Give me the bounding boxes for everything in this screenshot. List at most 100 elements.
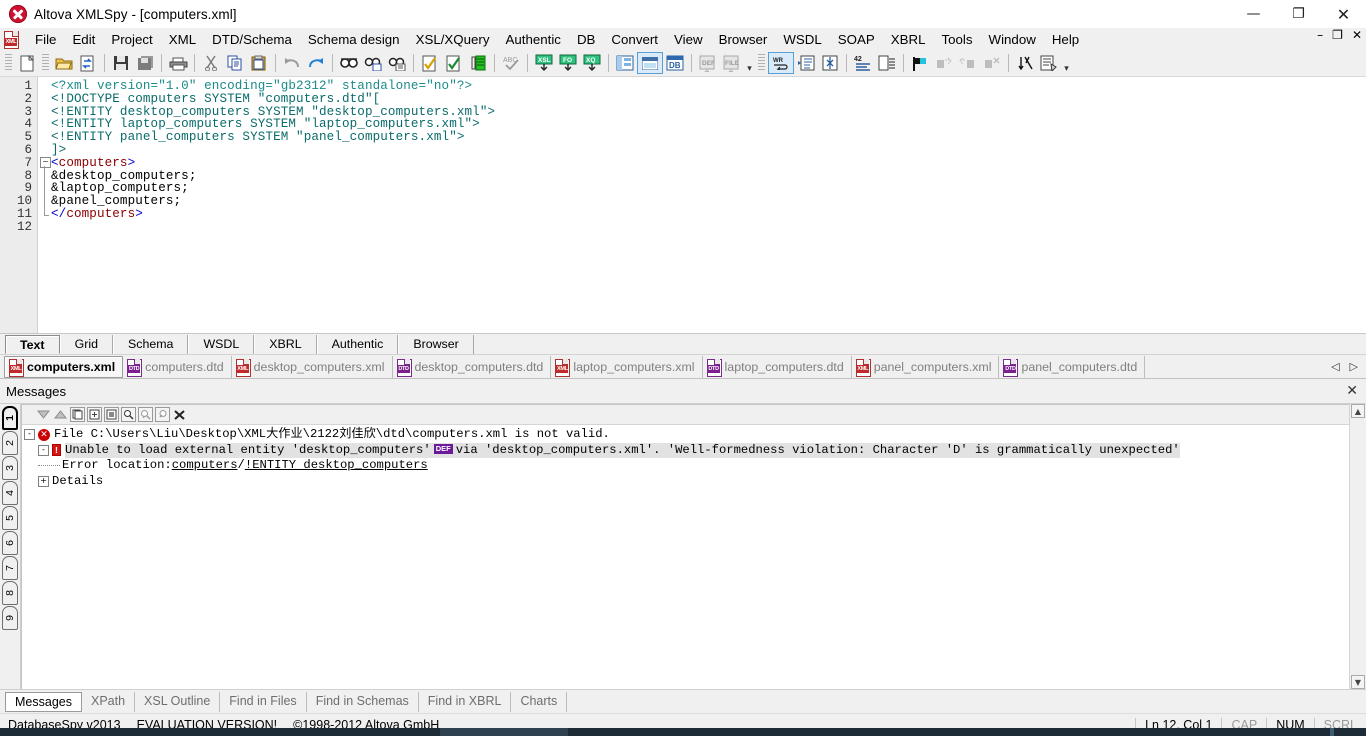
grid-view-icon[interactable] (613, 52, 637, 74)
menu-dtd-schema[interactable]: DTD/Schema (204, 30, 300, 49)
file-tab-panel_computers-dtd[interactable]: DTD panel_computers.dtd (999, 355, 1146, 378)
mdi-minimize-button[interactable]: – (1317, 29, 1323, 41)
messages-tab-6[interactable]: 6 (2, 531, 18, 555)
menu-window[interactable]: Window (981, 30, 1044, 49)
validate-icon[interactable] (442, 52, 466, 74)
message-row-details[interactable]: + Details (22, 474, 1349, 490)
expand-collapse-icon[interactable] (818, 52, 842, 74)
pretty-print-icon[interactable] (794, 52, 818, 74)
code-line[interactable]: ]> (51, 144, 1366, 157)
view-tab-grid[interactable]: Grid (59, 335, 113, 354)
window-minimize-button[interactable]: — (1231, 0, 1276, 28)
database-view-icon[interactable]: DB (663, 52, 687, 74)
copy-subtree-icon[interactable] (87, 407, 102, 422)
menu-browser[interactable]: Browser (711, 30, 776, 49)
view-tab-text[interactable]: Text (5, 335, 60, 354)
messages-tab-4[interactable]: 4 (2, 481, 18, 505)
view-tab-authentic[interactable]: Authentic (316, 335, 399, 354)
code-folding-column[interactable]: − (38, 77, 51, 333)
file-tab-desktop_computers-dtd[interactable]: DTD desktop_computers.dtd (393, 355, 552, 378)
view-tab-xbrl[interactable]: XBRL (254, 335, 317, 354)
menu-tools[interactable]: Tools (933, 30, 980, 49)
menu-soap[interactable]: SOAP (830, 30, 883, 49)
code-line[interactable] (51, 221, 1366, 234)
menu-xbrl[interactable]: XBRL (883, 30, 934, 49)
find-next-icon[interactable] (138, 407, 153, 422)
scroll-down-arrow-icon[interactable]: ▼ (1351, 675, 1365, 689)
file-tab-computers-dtd[interactable]: DTD computers.dtd (123, 355, 232, 378)
error-location-link-computers[interactable]: computers (172, 458, 238, 474)
window-maximize-button[interactable]: ❐ (1276, 0, 1321, 28)
copy-icon[interactable] (223, 52, 247, 74)
print-icon[interactable] (166, 52, 190, 74)
code-line[interactable]: &desktop_computers; (51, 169, 1366, 183)
code-line[interactable]: <!ENTITY panel_computers SYSTEM "panel_c… (51, 131, 1366, 144)
find-icon[interactable] (337, 52, 361, 74)
text-editor[interactable]: 1 2 3 4 5 6 7 8 9 10 11 12 − <?xml version="1.0" en… (0, 77, 1366, 333)
copy-all-icon[interactable] (104, 407, 119, 422)
messages-tab-5[interactable]: 5 (2, 506, 18, 530)
save-all-icon[interactable] (133, 52, 157, 74)
messages-tab-1[interactable]: 1 (2, 406, 18, 430)
spell-check-icon[interactable]: ABC (499, 52, 523, 74)
message-row-error-location[interactable]: Error location: computers / !ENTITY desk… (22, 458, 1349, 474)
menu-db[interactable]: DB (569, 30, 603, 49)
code-line[interactable]: &laptop_computers; (51, 182, 1366, 195)
messages-panel-close-icon[interactable]: ✕ (1346, 383, 1358, 399)
new-file-icon[interactable] (15, 52, 39, 74)
file-tab-computers-xml[interactable]: XML computers.xml (4, 355, 124, 378)
bottom-tab-messages[interactable]: Messages (5, 691, 82, 712)
find-next-icon[interactable] (361, 52, 385, 74)
file-tab-laptop_computers-dtd[interactable]: DTD laptop_computers.dtd (703, 355, 852, 378)
toolbar-grip-2[interactable] (42, 54, 49, 72)
scroll-up-arrow-icon[interactable]: ▲ (1351, 404, 1365, 418)
toolbar-grip[interactable] (5, 54, 12, 72)
menu-edit[interactable]: Edit (64, 30, 103, 49)
view-tab-schema[interactable]: Schema (112, 335, 189, 354)
messages-tab-2[interactable]: 2 (2, 431, 18, 455)
find-in-files-icon[interactable] (385, 52, 409, 74)
file-tab-laptop_computers-xml[interactable]: XML laptop_computers.xml (551, 355, 703, 378)
file-tab-next-icon[interactable]: ▷ (1350, 360, 1358, 373)
messages-scrollbar[interactable]: ▲ ▼ (1349, 404, 1366, 689)
menu-convert[interactable]: Convert (603, 30, 666, 49)
clear-messages-icon[interactable] (172, 407, 187, 422)
filter-down-icon[interactable] (36, 407, 51, 422)
bottom-tab-find-in-xbrl[interactable]: Find in XBRL (419, 691, 512, 712)
sort-icon[interactable] (1013, 52, 1037, 74)
file-assign-icon[interactable]: FILE (720, 52, 744, 74)
bookmark-toggle-icon[interactable] (908, 52, 932, 74)
messages-tab-3[interactable]: 3 (2, 456, 18, 480)
menu-view[interactable]: View (666, 30, 711, 49)
bottom-tab-find-in-files[interactable]: Find in Files (220, 691, 307, 712)
bottom-tab-charts[interactable]: Charts (511, 691, 568, 712)
menu-xsl-xquery[interactable]: XSL/XQuery (408, 30, 498, 49)
messages-tab-9[interactable]: 9 (2, 606, 18, 630)
fold-toggle-computers[interactable]: − (40, 157, 51, 168)
mdi-restore-button[interactable]: ❐ (1332, 29, 1343, 41)
expander-icon[interactable]: - (38, 444, 49, 456)
find-prev-icon[interactable] (155, 407, 170, 422)
find-icon[interactable] (121, 407, 136, 422)
menu-project[interactable]: Project (103, 30, 160, 49)
code-line[interactable]: </computers> (51, 208, 1366, 221)
save-icon[interactable] (109, 52, 133, 74)
error-location-link-entity[interactable]: !ENTITY desktop_computers (245, 458, 428, 474)
copy-line-icon[interactable] (70, 407, 85, 422)
file-tab-panel_computers-xml[interactable]: XML panel_computers.xml (852, 355, 1000, 378)
undo-icon[interactable] (280, 52, 304, 74)
script-icon[interactable] (1037, 52, 1061, 74)
paste-icon[interactable] (247, 52, 271, 74)
view-tab-browser[interactable]: Browser (398, 335, 474, 354)
cut-icon[interactable] (199, 52, 223, 74)
bookmark-prev-icon[interactable] (956, 52, 980, 74)
indent-guides-icon[interactable] (875, 52, 899, 74)
redo-icon[interactable] (304, 52, 328, 74)
reload-icon[interactable] (76, 52, 100, 74)
bottom-tab-find-in-schemas[interactable]: Find in Schemas (307, 691, 419, 712)
xquery-execute-icon[interactable]: XQ (580, 52, 604, 74)
messages-list[interactable]: - ✕ File C:\Users\Liu\Desktop\XML大作业\212… (22, 425, 1349, 689)
file-tab-prev-icon[interactable]: ◁ (1331, 360, 1339, 373)
bookmark-next-icon[interactable] (932, 52, 956, 74)
menu-file[interactable]: File (27, 30, 64, 49)
